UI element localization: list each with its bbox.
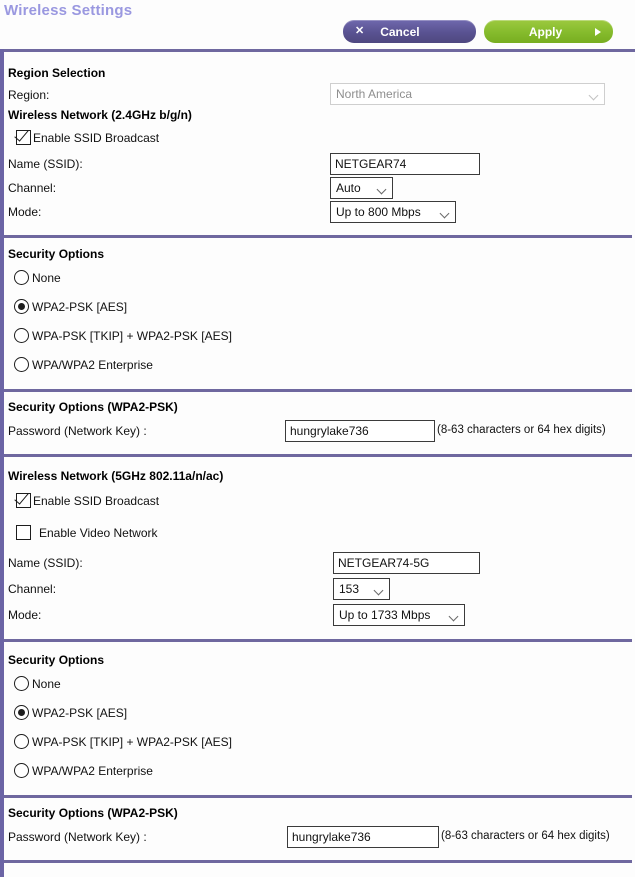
ssid-broadcast-5-checkbox[interactable]: Enable SSID Broadcast — [16, 493, 159, 508]
security-24-option-wpapsk-tkip-wpa2psk-aes-label: WPA-PSK [TKIP] + WPA2-PSK [AES] — [32, 328, 232, 343]
ssid-broadcast-24-checkbox[interactable]: Enable SSID Broadcast — [16, 130, 159, 145]
chevron-down-icon — [441, 210, 450, 215]
checkbox-box-icon — [16, 525, 31, 540]
divider-after-psk-24 — [4, 454, 632, 457]
ssid-name-24-label: Name (SSID): — [8, 157, 83, 171]
ssid-broadcast-24-label: Enable SSID Broadcast — [33, 130, 160, 145]
security-5-option-none[interactable]: None — [14, 676, 61, 691]
network-5-heading: Wireless Network (5GHz 802.11a/n/ac) — [8, 469, 224, 483]
checkbox-box-icon — [16, 493, 31, 508]
apply-button-label: Apply — [528, 24, 563, 39]
psk-5-password-input[interactable] — [287, 826, 439, 848]
radio-button-icon — [14, 357, 29, 372]
channel-24-label: Channel: — [8, 181, 57, 195]
network-24-heading: Wireless Network (2.4GHz b/g/n) — [8, 108, 192, 122]
chevron-down-icon — [378, 186, 387, 191]
security-24-option-wpa-wpa2-enterprise-label: WPA/WPA2 Enterprise — [32, 357, 153, 372]
radio-button-icon — [14, 734, 29, 749]
security-24-option-wpapsk-tkip-wpa2psk-aes[interactable]: WPA-PSK [TKIP] + WPA2-PSK [AES] — [14, 328, 232, 343]
security-5-option-wpa-wpa2-enterprise-label: WPA/WPA2 Enterprise — [32, 763, 153, 778]
wireless-settings-page: Wireless Settings ✕ Cancel Apply Region … — [0, 0, 635, 877]
divider-after-network-5 — [4, 639, 632, 642]
header-action-buttons: ✕ Cancel Apply — [343, 20, 613, 43]
region-label: Region: — [8, 88, 50, 102]
chevron-down-icon — [375, 587, 384, 592]
mode-5-select[interactable]: Up to 1733 Mbps — [333, 604, 465, 626]
psk-24-password-input[interactable] — [285, 420, 435, 442]
channel-24-value: Auto — [336, 181, 361, 195]
apply-button[interactable]: Apply — [484, 20, 613, 43]
region-select[interactable]: North America — [330, 83, 605, 105]
security-24-option-none-label: None — [32, 270, 61, 285]
radio-button-icon — [14, 763, 29, 778]
security-5-option-wpa2psk-aes-label: WPA2-PSK [AES] — [32, 705, 128, 720]
ssid-name-5-input[interactable] — [333, 552, 480, 574]
mode-5-label: Mode: — [8, 608, 42, 622]
mode-5-value: Up to 1733 Mbps — [339, 608, 431, 622]
checkbox-box-icon — [16, 130, 31, 145]
radio-button-selected-icon — [14, 299, 29, 314]
security-24-option-wpa2psk-aes-label: WPA2-PSK [AES] — [32, 299, 128, 314]
page-title: Wireless Settings — [4, 2, 133, 19]
psk-5-password-label: Password (Network Key) : — [8, 830, 147, 844]
settings-panel: Region Selection Region: North America W… — [0, 49, 635, 877]
chevron-down-icon — [590, 92, 599, 97]
psk-5-heading: Security Options (WPA2-PSK) — [8, 806, 178, 820]
radio-button-icon — [14, 270, 29, 285]
mode-24-select[interactable]: Up to 800 Mbps — [330, 201, 456, 223]
divider-after-security-24 — [4, 389, 632, 392]
security-24-heading: Security Options — [8, 247, 105, 261]
psk-24-password-hint: (8-63 characters or 64 hex digits) — [437, 424, 606, 436]
radio-button-selected-icon — [14, 705, 29, 720]
divider-header — [4, 49, 635, 52]
security-5-option-wpa2psk-aes[interactable]: WPA2-PSK [AES] — [14, 705, 127, 720]
security-24-option-wpa-wpa2-enterprise[interactable]: WPA/WPA2 Enterprise — [14, 357, 153, 372]
channel-5-value: 153 — [339, 582, 360, 596]
arrow-right-icon — [595, 27, 601, 36]
ssid-broadcast-5-label: Enable SSID Broadcast — [33, 493, 160, 508]
close-x-icon: ✕ — [355, 25, 365, 37]
security-5-option-wpapsk-tkip-wpa2psk-aes[interactable]: WPA-PSK [TKIP] + WPA2-PSK [AES] — [14, 734, 232, 749]
ssid-name-24-input[interactable] — [330, 153, 480, 175]
region-selection-heading: Region Selection — [8, 66, 106, 80]
psk-24-password-label: Password (Network Key) : — [8, 424, 147, 438]
radio-button-icon — [14, 328, 29, 343]
channel-24-select[interactable]: Auto — [330, 177, 393, 199]
cancel-button-label: Cancel — [380, 24, 420, 39]
channel-5-label: Channel: — [8, 582, 57, 596]
psk-24-heading: Security Options (WPA2-PSK) — [8, 400, 178, 414]
chevron-down-icon — [450, 613, 459, 618]
security-5-option-none-label: None — [32, 676, 61, 691]
security-5-option-wpapsk-tkip-wpa2psk-aes-label: WPA-PSK [TKIP] + WPA2-PSK [AES] — [32, 734, 232, 749]
channel-5-select[interactable]: 153 — [333, 578, 390, 600]
region-select-value: North America — [336, 87, 413, 101]
psk-5-password-hint: (8-63 characters or 64 hex digits) — [441, 830, 610, 842]
security-5-option-wpa-wpa2-enterprise[interactable]: WPA/WPA2 Enterprise — [14, 763, 153, 778]
divider-bottom — [4, 860, 632, 863]
security-24-option-none[interactable]: None — [14, 270, 61, 285]
video-network-5-label: Enable Video Network — [39, 525, 158, 540]
ssid-name-5-label: Name (SSID): — [8, 556, 83, 570]
cancel-button[interactable]: ✕ Cancel — [343, 20, 476, 43]
divider-after-network-24 — [4, 235, 632, 238]
video-network-5-checkbox[interactable]: Enable Video Network — [16, 525, 158, 540]
security-5-heading: Security Options — [8, 653, 105, 667]
mode-24-value: Up to 800 Mbps — [336, 205, 421, 219]
security-24-option-wpa2psk-aes[interactable]: WPA2-PSK [AES] — [14, 299, 127, 314]
divider-after-security-5 — [4, 795, 632, 798]
mode-24-label: Mode: — [8, 205, 42, 219]
radio-button-icon — [14, 676, 29, 691]
